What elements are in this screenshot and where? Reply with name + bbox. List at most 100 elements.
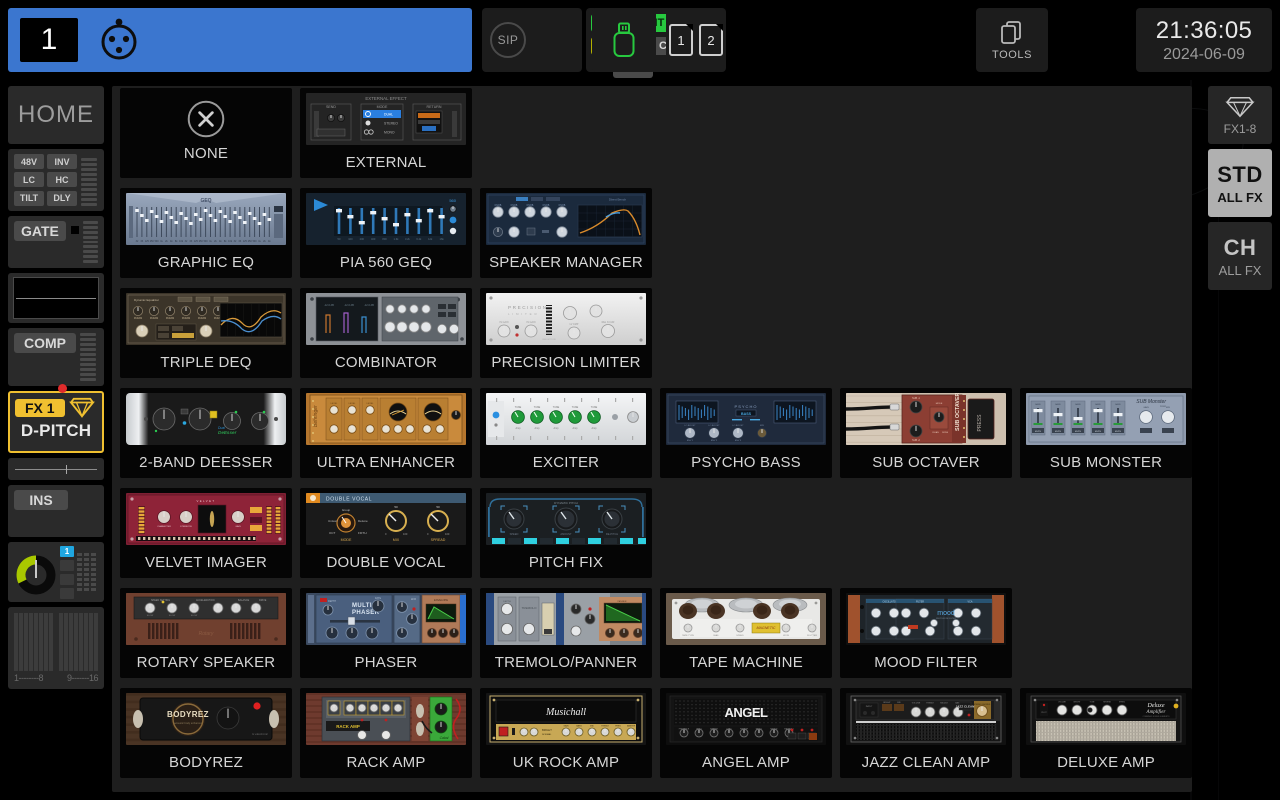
effect-tile[interactable]: OSCILLATOR FILTER VCA mood MULTI-MODE FI… <box>840 588 1012 678</box>
fx-range-button[interactable]: FX1-8 <box>1208 86 1272 144</box>
effect-tile[interactable]: INPUT BRIGHT MID VOLUME TREBLE MIDDLE BASS … <box>840 688 1012 778</box>
svg-text:100: 100 <box>348 237 353 241</box>
sidebar-item-fx1[interactable]: FX 1 D-PITCH <box>8 384 104 453</box>
sidebar-item-pan[interactable]: 1 <box>8 542 104 602</box>
effect-name: 2-BAND DEESSER <box>139 454 273 471</box>
effect-tile[interactable]: Musichall BRIGHT NORMAL GAIN BASS MID TREBL… <box>480 688 652 778</box>
effect-name: PITCH FIX <box>528 554 604 571</box>
effect-tile[interactable]: Dual DeEsser 2-BAND DEESSER <box>120 388 292 478</box>
effect-thumbnail: COMBINATOR -12.0 dB-12.0 dB-12.0 dB <box>306 293 466 345</box>
svg-text:SLOW: SLOW <box>191 615 198 617</box>
preamp-lc-button[interactable]: LC <box>14 172 44 188</box>
preamp-inv-button[interactable]: INV <box>47 154 77 169</box>
sidebar-item-preamp[interactable]: 48V INV LC HC TILT DLY <box>8 149 104 211</box>
bus-badge-3[interactable] <box>60 573 74 585</box>
effect-tile[interactable]: NONE <box>120 88 292 178</box>
effect-tile[interactable]: PILOT VOLUME BRIGHT TONE REVERB SPEED Deluxe… <box>1020 688 1192 778</box>
sip-button[interactable]: SIP <box>490 22 526 58</box>
effect-tile[interactable]: 560 50 100 200 400 800 1.6k 3.2k 6.4k 12k 16k PIA… <box>300 188 472 278</box>
sidebar-item-eq[interactable] <box>8 273 104 323</box>
effect-tile[interactable]: PRECISION L I M I T E R IN GAIN IN GAIN … <box>480 288 652 378</box>
effect-thumbnail: BODYREZ acoustic body enhancer tc electr… <box>126 693 286 745</box>
svg-text:1.6k: 1.6k <box>394 237 400 241</box>
sidebar-item-home[interactable]: HOME <box>8 86 104 144</box>
sidebar-item-insert[interactable]: INS <box>8 485 104 537</box>
effect-tile[interactable]: BODYREZ acoustic body enhancer tc electr… <box>120 688 292 778</box>
svg-text:16k: 16k <box>440 237 445 241</box>
tools-button[interactable]: TOOLS <box>976 8 1048 72</box>
effect-tile[interactable]: GEQ 32 63 125 250 500 1k 2k 4k 8k 16k 32 63 125 250 50… <box>120 188 292 278</box>
svg-text:ENV 2: ENV 2 <box>711 440 718 442</box>
effect-thumbnail: 560 50 100 200 400 800 1.6k 3.2k 6.4k 12k 16k <box>306 193 466 245</box>
effect-tile[interactable]: TAPE TYPE BIAS SPEED WOW FLUTTER MAGNETI… <box>660 588 832 678</box>
effect-thumbnail: DEPTH TREMOLO PANNER <box>486 593 646 645</box>
svg-text:DRIVE: DRIVE <box>259 599 267 602</box>
svg-text:DeEsser: DeEsser <box>218 430 237 435</box>
svg-text:TREMOLO: TREMOLO <box>522 606 538 610</box>
effect-name: NONE <box>183 145 229 162</box>
effect-name: GRAPHIC EQ <box>157 254 255 271</box>
svg-text:IN GAIN: IN GAIN <box>500 321 509 324</box>
page-button-2[interactable]: 2 <box>699 24 723 56</box>
effect-tile[interactable]: DOUBLE VOCAL Group Unison Detune OCT FIF… <box>300 488 472 578</box>
filter-std-button[interactable]: STD ALL FX <box>1208 149 1272 217</box>
effect-tile[interactable]: SUB -1 SUB -2 MODE CLEAN DRIVE SUB OCTAVE… <box>840 388 1012 478</box>
effect-tile[interactable]: MULTI PHASER DEPTH RATE LFO ENVELOPE PHA… <box>300 588 472 678</box>
fx-level-slider[interactable] <box>8 458 104 480</box>
effect-thumbnail: PRECISION L I M I T E R IN GAIN IN GAIN … <box>486 293 646 345</box>
svg-text:FLUTTER: FLUTTER <box>807 635 817 637</box>
svg-text:100: 100 <box>445 532 450 536</box>
effect-thumbnail: VELVET CHARACTER STEREO/W STEREOFIELD GA… <box>126 493 286 545</box>
effect-tile[interactable]: BAND MUTE BAND MUTE BAND MUTE BAND MUTE … <box>1020 388 1192 478</box>
svg-text:BAND: BAND <box>1035 403 1041 406</box>
svg-text:400: 400 <box>371 237 376 241</box>
effect-tile[interactable]: EXTERNAL EFFECT SEND MODE DUAL STEREO MO… <box>300 88 472 178</box>
svg-text:SEND: SEND <box>326 105 336 109</box>
effect-tile[interactable]: COMBINATOR -12.0 dB -12.0 dB -12.0 dB <box>300 288 472 378</box>
svg-text:RETURN: RETURN <box>427 105 442 109</box>
svg-text:LO BOOST: LO BOOST <box>732 425 744 427</box>
svg-text:SPREAD: SPREAD <box>431 538 446 542</box>
pan-knob[interactable] <box>14 551 56 595</box>
svg-text:PRES: PRES <box>615 726 621 728</box>
effect-tile[interactable]: RACK AMP Cabal RACK AMP <box>300 688 472 778</box>
effect-tile[interactable]: Dynamic Equalizer PARAM PARAM PARAM PARAM PA… <box>120 288 292 378</box>
svg-text:SPEED SETTING: SPEED SETTING <box>151 599 170 602</box>
clock-display[interactable]: 21:36:05 2024-06-09 <box>1136 8 1272 72</box>
preamp-48v-button[interactable]: 48V <box>14 154 44 169</box>
bus-badge-4[interactable] <box>60 587 74 599</box>
effect-thumbnail: EXTERNAL EFFECT SEND MODE DUAL STEREO MO… <box>306 93 466 145</box>
svg-text:REL N CUR: REL N CUR <box>602 321 615 324</box>
fx-header: FX 1 <box>15 397 97 419</box>
svg-text:PARAM: PARAM <box>182 317 190 320</box>
effect-tile[interactable]: Behringer LEVEL LEVEL LEVEL ULTRA ENHANC… <box>300 388 472 478</box>
effect-tile[interactable]: PSYCHO BASS LO BOOST ENV 1 LO BOOST ENV 2… <box>660 388 832 478</box>
effect-tile[interactable]: DEPTH TREMOLO PANNER TREMOLO/PANNER <box>480 588 652 678</box>
effect-name: TAPE MACHINE <box>689 654 803 671</box>
effect-tile[interactable]: SPEED SETTING ACCELERATION BALANCE DRIVE… <box>120 588 292 678</box>
filter-ch-button[interactable]: CH ALL FX <box>1208 222 1272 290</box>
effect-tile[interactable]: ANGEL PRESENCE RESO MASTER LEAD PREAMP BASS 1… <box>660 688 832 778</box>
svg-text:800: 800 <box>382 237 387 241</box>
channel-strip-header[interactable]: 1 <box>8 8 472 72</box>
effect-tile[interactable]: VELVET CHARACTER STEREO/W STEREOFIELD GA… <box>120 488 292 578</box>
sidebar-item-gate[interactable]: GATE <box>8 216 104 268</box>
slider-handle[interactable] <box>65 464 67 474</box>
sidebar-item-comp[interactable]: COMP <box>8 328 104 386</box>
svg-text:-12.0 dB: -12.0 dB <box>324 303 334 307</box>
preamp-hc-button[interactable]: HC <box>47 172 77 188</box>
usb-button[interactable] <box>592 8 656 72</box>
bus-badge-2[interactable] <box>60 559 74 571</box>
bus-send-meters <box>77 553 96 591</box>
preamp-tilt-button[interactable]: TILT <box>14 190 44 206</box>
svg-text:DEPTH: DEPTH <box>328 600 336 603</box>
svg-text:MAGNETIC: MAGNETIC <box>757 626 776 630</box>
effect-tile[interactable]: TUNE Amp TUNE Amp TUNE Amp TUNE Amp TUNE… <box>480 388 652 478</box>
tools-label: TOOLS <box>991 48 1033 61</box>
effect-tile[interactable]: DYNAMIC PITCH SPEED AMOUNT RE-PITCH PITC… <box>480 488 652 578</box>
bus-badge-1[interactable]: 1 <box>60 545 74 557</box>
svg-text:AMOUNT: AMOUNT <box>560 532 572 536</box>
page-button-1[interactable]: 1 <box>669 24 693 56</box>
preamp-dly-button[interactable]: DLY <box>47 190 77 206</box>
effect-tile[interactable]: Dbest Bench KNOB KNOB KNOB KNOB KNOB SPE… <box>480 188 652 278</box>
